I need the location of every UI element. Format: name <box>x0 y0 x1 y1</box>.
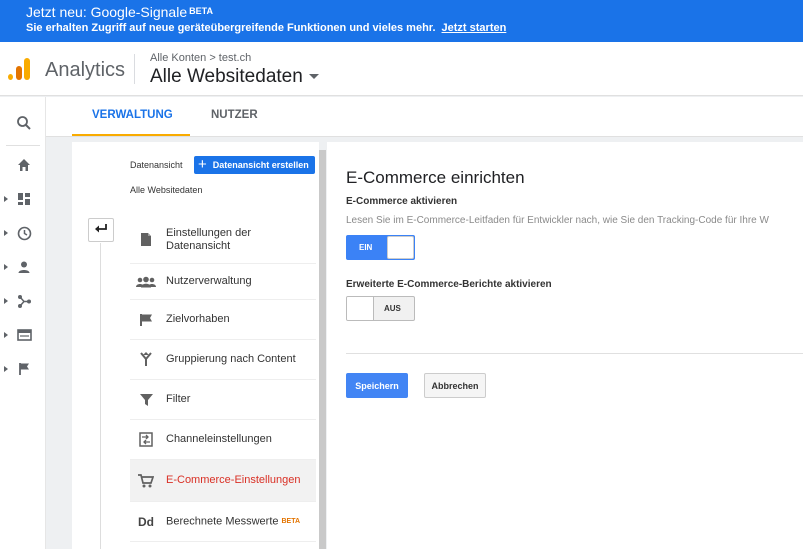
rail-behavior[interactable] <box>0 323 46 347</box>
column-label: Datenansicht <box>130 160 183 170</box>
rail-customization[interactable] <box>0 187 46 211</box>
toggle-knob <box>347 297 374 320</box>
expand-arrow-icon <box>4 332 8 338</box>
expand-arrow-icon <box>4 196 8 202</box>
ecommerce-description: Lesen Sie im E-Commerce-Leitfaden für En… <box>346 215 769 226</box>
beta-badge: BETA <box>189 6 213 16</box>
rail-home[interactable] <box>0 153 46 177</box>
menu-item-view-settings[interactable]: Einstellungen der Datenansicht <box>130 216 316 264</box>
rail-search[interactable] <box>0 111 46 135</box>
enhanced-ecommerce-label: Erweiterte E-Commerce-Berichte aktiviere… <box>346 279 552 290</box>
dd-icon: Dd <box>138 514 154 529</box>
beta-badge: BETA <box>281 517 301 525</box>
acquisition-icon <box>16 293 32 309</box>
menu-item-calculated-metrics[interactable]: Dd Berechnete Messwerte BETA <box>130 502 316 542</box>
back-connector-line <box>100 243 101 549</box>
toggle-off-label: AUS <box>384 304 401 313</box>
menu-item-label: Nutzerverwaltung <box>166 275 252 287</box>
flag-icon <box>16 361 32 377</box>
filter-icon <box>135 389 157 411</box>
menu-item-label: Einstellungen der Datenansicht <box>166 226 252 252</box>
app-header: Analytics Alle Konten > test.ch Alle Web… <box>0 42 803 96</box>
flag-icon <box>135 309 157 331</box>
cart-icon <box>135 470 157 492</box>
people-icon <box>135 271 157 293</box>
create-view-button[interactable]: + Datenansicht erstellen <box>194 156 315 174</box>
channel-icon <box>135 429 157 451</box>
rail-acquisition[interactable] <box>0 289 46 313</box>
search-icon <box>16 115 32 131</box>
document-icon <box>135 229 157 251</box>
ecommerce-settings-panel: E-Commerce einrichten E-Commerce aktivie… <box>327 142 803 549</box>
expand-arrow-icon <box>4 298 8 304</box>
ecommerce-toggle[interactable]: EIN <box>346 235 415 260</box>
menu-item-label: E-Commerce-Einstellungen <box>166 474 301 486</box>
google-signals-banner: Jetzt neu: Google-Signale BETA Sie erhalt… <box>0 0 803 42</box>
banner-title: Jetzt neu: Google-Signale BETA <box>26 4 213 20</box>
column-scrollbar[interactable] <box>319 150 326 549</box>
tab-nutzer[interactable]: NUTZER <box>211 109 258 121</box>
menu-item-label: Channeleinstellungen <box>166 433 272 445</box>
save-button[interactable]: Speichern <box>346 373 408 398</box>
view-admin-column: Datenansicht + Datenansicht erstellen All… <box>72 142 319 549</box>
clock-icon <box>16 225 32 241</box>
rail-audience[interactable] <box>0 255 46 279</box>
menu-item-ecommerce-settings[interactable]: E-Commerce-Einstellungen <box>130 460 316 502</box>
menu-item-filter[interactable]: Filter <box>130 380 316 420</box>
breadcrumb[interactable]: Alle Konten > test.ch <box>150 52 251 64</box>
home-icon <box>16 157 32 173</box>
banner-text: Sie erhalten Zugriff auf neue geräteüber… <box>26 22 507 34</box>
ecommerce-enable-label: E-Commerce aktivieren <box>346 196 458 207</box>
property-selector[interactable]: Alle Websitedaten <box>150 66 319 88</box>
back-button[interactable] <box>88 218 114 242</box>
expand-arrow-icon <box>4 264 8 270</box>
person-icon <box>16 259 32 275</box>
toggle-knob <box>387 236 414 259</box>
merge-icon <box>135 349 157 371</box>
active-tab-underline <box>72 134 190 136</box>
menu-item-content-grouping[interactable]: Gruppierung nach Content <box>130 340 316 380</box>
menu-item-goals[interactable]: Zielvorhaben <box>130 300 316 340</box>
tab-verwaltung[interactable]: VERWALTUNG <box>92 109 173 121</box>
menu-item-user-management[interactable]: Nutzerverwaltung <box>130 264 316 300</box>
admin-tabs: VERWALTUNG NUTZER <box>46 97 803 137</box>
analytics-logo-icon[interactable] <box>8 58 32 80</box>
enhanced-ecommerce-toggle[interactable]: AUS <box>346 296 415 321</box>
back-arrow-icon <box>94 221 108 239</box>
menu-item-label: Gruppierung nach Content <box>166 353 296 365</box>
left-nav-rail <box>0 97 46 549</box>
dashboard-icon <box>16 191 32 207</box>
plus-icon: + <box>198 156 207 173</box>
view-selector[interactable]: Alle Websitedaten <box>130 185 202 195</box>
menu-item-channel-settings[interactable]: Channeleinstellungen <box>130 420 316 460</box>
expand-arrow-icon <box>4 366 8 372</box>
section-divider <box>346 353 803 354</box>
app-name: Analytics <box>45 59 126 81</box>
cancel-button[interactable]: Abbrechen <box>424 373 486 398</box>
expand-arrow-icon <box>4 230 8 236</box>
toggle-on-label: EIN <box>359 243 373 252</box>
start-now-link[interactable]: Jetzt starten <box>442 22 507 34</box>
menu-item-label: Filter <box>166 393 191 405</box>
rail-realtime[interactable] <box>0 221 46 245</box>
rail-separator <box>6 145 40 146</box>
caret-down-icon <box>308 74 319 80</box>
menu-item-label: Zielvorhaben <box>166 313 230 325</box>
page-title: E-Commerce einrichten <box>346 168 525 187</box>
behavior-icon <box>16 327 32 343</box>
menu-item-label: Berechnete Messwerte BETA <box>166 515 301 528</box>
header-divider <box>134 54 135 84</box>
rail-conversions[interactable] <box>0 357 46 381</box>
